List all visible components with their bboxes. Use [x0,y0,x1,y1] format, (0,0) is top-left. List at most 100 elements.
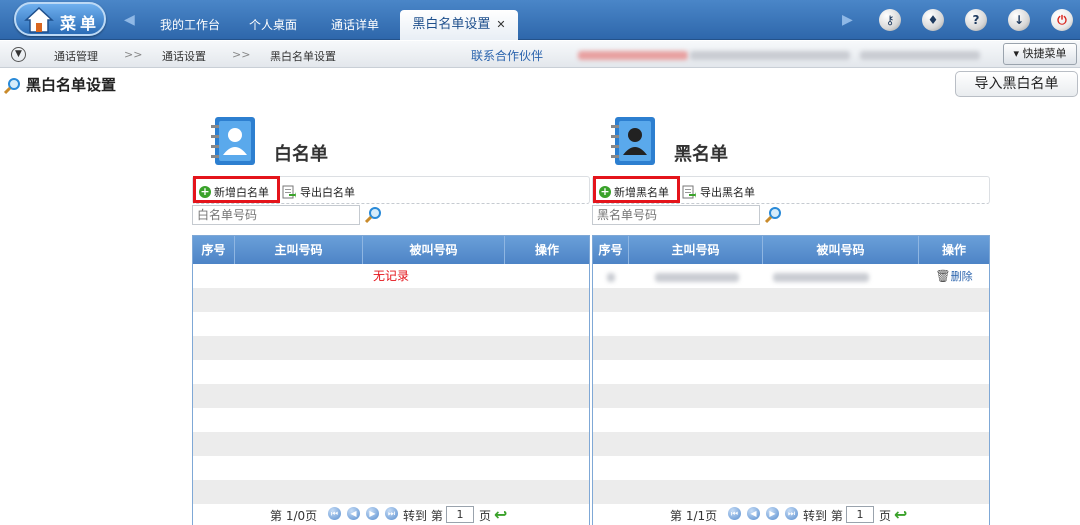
tab-label: 黑白名单设置 [412,17,491,32]
next-page-icon[interactable]: ▶ [766,507,779,520]
table-row [193,312,589,336]
table-row [193,288,589,312]
table-row [593,336,989,360]
export-blacklist-button[interactable]: 导出黑名单 [682,184,755,200]
last-page-icon[interactable]: ⏭ [385,507,398,520]
redacted-info [860,51,980,60]
main-menu-label: 菜单 [60,14,101,33]
download-icon[interactable]: ↓ [1008,9,1030,31]
column-header: 操作 [941,243,966,257]
redacted-index [607,273,615,282]
add-whitelist-label: 新增白名单 [214,186,269,199]
add-blacklist-button[interactable]: + 新增黑名单 [599,184,669,200]
main-menu-button[interactable]: 菜单 [14,2,106,36]
blacklist-table: 序号 主叫号码 被叫号码 操作 🗑删除 [592,235,990,525]
table-header: 序号 主叫号码 被叫号码 操作 [593,236,989,264]
delete-action[interactable]: 🗑删除 [919,264,989,288]
export-whitelist-label: 导出白名单 [300,186,355,199]
page-number-input[interactable]: 1 [846,506,874,523]
next-page-icon[interactable]: ▶ [366,507,379,520]
page-title: 黑白名单设置 [26,76,117,94]
whitelist-table: 序号 主叫号码 被叫号码 操作 无记录 [192,235,590,525]
key-icon[interactable]: ⚷ [879,9,901,31]
prev-page-icon[interactable]: ◀ [747,507,760,520]
add-blacklist-label: 新增黑名单 [614,186,669,199]
redacted-info [578,51,688,60]
first-page-icon[interactable]: ⏮ [328,507,341,520]
power-icon[interactable]: ⏻ [1051,9,1073,31]
tab-my-workbench[interactable]: 我的工作台 [150,10,230,40]
column-header: 序号 [593,236,629,264]
column-header: 序号 [193,236,235,264]
whitelist-panel: 白名单 +新增白名单 导出白名单 序号 主叫号码 被叫号码 操作 无记录 第 1… [192,110,590,525]
first-page-icon[interactable]: ⏮ [728,507,741,520]
page-info: 第 1/1页 [670,509,718,523]
page-info: 第 1/0页 [270,509,318,523]
tabs-scroll-left-icon[interactable]: ◀ [124,12,135,28]
page-number-input[interactable]: 1 [446,506,474,523]
blacklist-search-input[interactable] [592,205,760,225]
prev-page-icon[interactable]: ◀ [347,507,360,520]
table-header: 序号 主叫号码 被叫号码 操作 [193,236,589,264]
breadcrumb-item: 黑白名单设置 [270,50,336,63]
tabs-scroll-right-icon[interactable]: ▶ [842,12,853,28]
tab-personal-desktop[interactable]: 个人桌面 [240,10,306,40]
table-row [193,408,589,432]
table-row [193,480,589,504]
breadcrumb-item[interactable]: 通话设置 [162,48,206,64]
export-blacklist-label: 导出黑名单 [700,186,755,199]
import-list-button[interactable]: 导入黑白名单 [955,71,1078,97]
last-page-icon[interactable]: ⏭ [785,507,798,520]
quick-menu-button[interactable]: ▾ 快捷菜单 [1003,43,1077,65]
quick-menu-label: 快捷菜单 [1022,47,1067,60]
tab-blackwhite-settings[interactable]: 黑白名单设置 ✕ [400,10,518,40]
tab-call-records[interactable]: 通话详单 [322,10,388,40]
table-row [593,360,989,384]
breadcrumb-item[interactable]: 通话管理 [54,48,98,64]
export-icon [282,185,296,199]
collapse-toggle-icon[interactable]: ▼ [11,47,26,62]
goto-label: 转到 第 [803,509,843,523]
table-row [593,384,989,408]
plus-icon: + [199,185,211,198]
shirt-icon[interactable]: ♦ [922,9,944,31]
table-row [593,288,989,312]
export-icon [682,185,696,199]
go-arrow-icon[interactable]: ↩ [494,505,507,524]
breadcrumb-separator: >> [124,48,143,61]
go-arrow-icon[interactable]: ↩ [894,505,907,524]
table-row [193,360,589,384]
help-icon[interactable]: ? [965,9,987,31]
table-row: 🗑删除 [593,264,989,288]
partner-link[interactable]: 联系合作伙伴 [471,47,543,64]
home-icon [24,6,54,33]
table-row [593,480,989,504]
whitelist-search-input[interactable] [192,205,360,225]
close-tab-icon[interactable]: ✕ [496,18,505,31]
page-unit: 页 [479,509,492,523]
add-whitelist-button[interactable]: + 新增白名单 [199,184,269,200]
magnifier-icon [3,78,20,95]
table-row [593,456,989,480]
search-icon[interactable] [364,206,382,224]
tab-label: 个人桌面 [248,18,297,32]
contact-book-icon [211,117,255,165]
trash-icon: 🗑 [935,269,951,283]
column-header: 操作 [534,243,559,257]
tab-label: 通话详单 [330,18,379,32]
delete-link[interactable]: 删除 [951,270,973,283]
table-row [593,312,989,336]
plus-icon: + [599,185,611,198]
blacklist-title: 黑名单 [674,144,728,165]
breadcrumb-separator: >> [232,48,251,61]
redacted-info [690,51,850,60]
search-icon[interactable] [764,206,782,224]
table-row: 无记录 [193,264,589,288]
blacklist-toolbar: + 新增黑名单 导出黑名单 [592,176,990,204]
table-row [193,384,589,408]
whitelist-toolbar: + 新增白名单 导出白名单 [192,176,590,204]
table-row [593,432,989,456]
export-whitelist-button[interactable]: 导出白名单 [282,184,355,200]
table-row [193,456,589,480]
table-row [593,408,989,432]
